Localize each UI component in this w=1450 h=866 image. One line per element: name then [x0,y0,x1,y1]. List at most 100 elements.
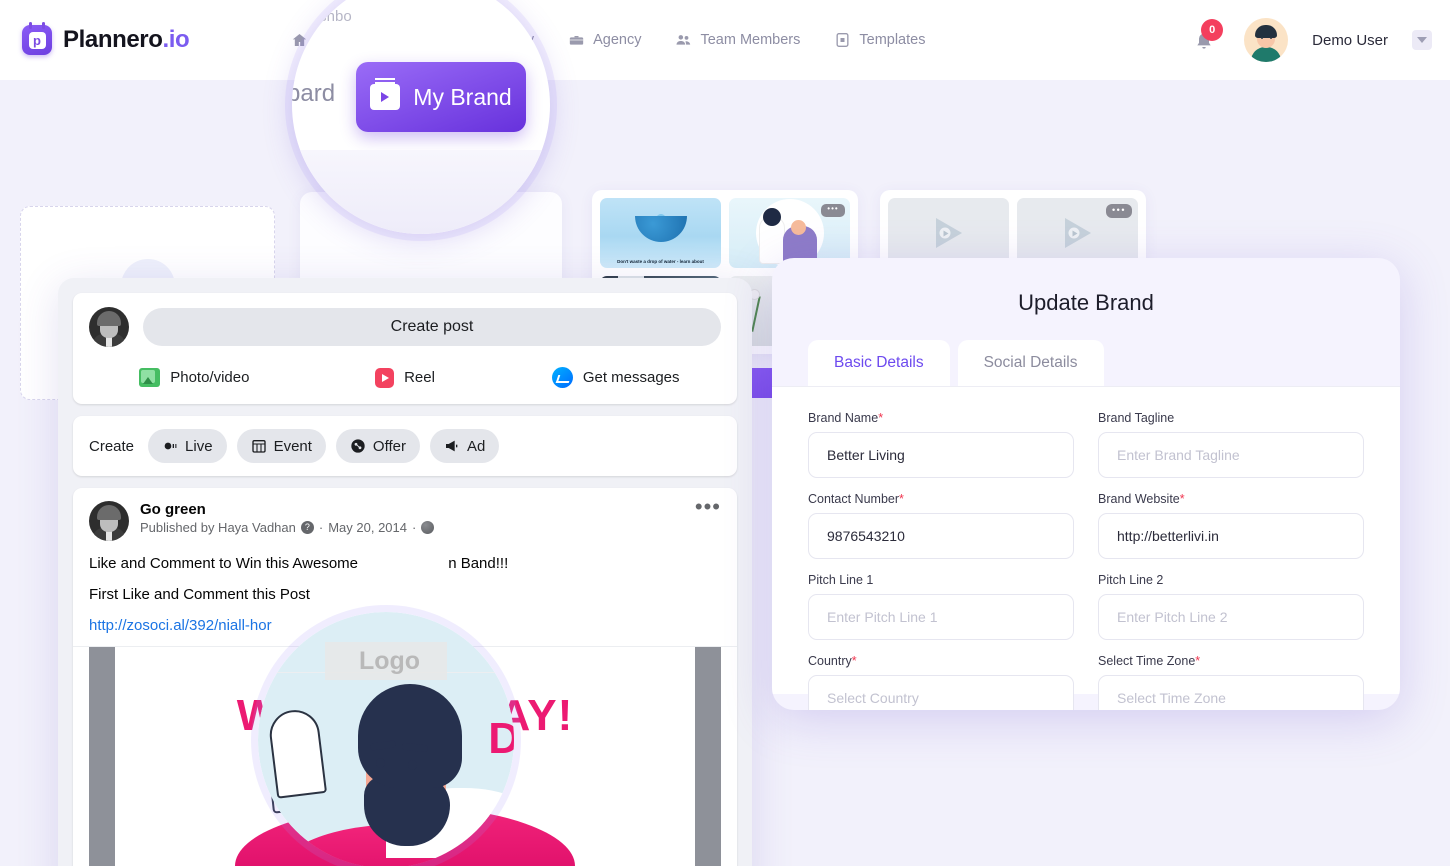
home-icon [292,9,293,25]
field-label: Brand Tagline [1098,411,1175,425]
compose-card: Create post Photo/video Reel Get message… [73,293,737,404]
post-line-1b: n Band!!! [448,555,509,572]
megaphone-icon [446,440,458,452]
label-text: Contact Number [808,492,900,506]
post-line-1a: Like and Comment to Win this Awesome [89,555,359,572]
media-library-icon [531,11,544,20]
label-text: Brand Website [1098,492,1180,506]
user-menu-button[interactable] [1412,30,1432,50]
magnified-dashboard-text: bard [292,80,336,107]
modal-tabs: Basic Details Social Details [772,340,1400,386]
avatar [89,501,129,541]
brand-video-icon [370,78,401,110]
post-line-1: Like and Comment to Win this Awesome n B… [89,553,721,575]
field-label: Pitch Line 2 [1098,573,1164,587]
chip-label: Ad [467,437,486,455]
messenger-icon [551,367,573,388]
contact-number-input[interactable]: 9876543210 [808,513,1074,559]
nav-item-agency[interactable]: Agency [568,32,641,48]
photo-video-icon [139,368,161,387]
modal-body: Brand Name* Better Living Brand Tagline … [772,386,1400,710]
brand-website-input[interactable]: http://betterlivi.in [1098,513,1364,559]
logo-text: Plannero.io [63,26,190,54]
offer-tag-icon [351,439,365,453]
post-more-button[interactable]: ••• [695,496,721,518]
compose-actions: Photo/video Reel Get messages [89,361,721,394]
magnifier-content: this Post -hor D Logo [258,612,514,866]
magnified-logo-placeholder: Logo [325,642,447,680]
post-subline: Published by Haya Vadhan ? · May 20, 201… [140,520,684,535]
field-contact-number: Contact Number* 9876543210 [808,492,1074,559]
reel-icon [375,367,395,388]
nav-item-templates[interactable]: Templates [834,32,925,48]
field-label: Contact Number* [808,492,1074,506]
field-pitch-line-2: Pitch Line 2 Enter Pitch Line 2 [1098,573,1364,640]
live-camera-icon [164,442,177,450]
country-select[interactable]: Select Country [808,675,1074,710]
required-marker: * [1195,654,1201,668]
label-text: Country [808,654,852,668]
chip-live[interactable]: Live [148,429,227,463]
modal-title: Update Brand [1018,290,1154,315]
field-label: Brand Name* [808,411,1074,425]
create-shortcuts-card: Create Live Event Offer Ad [73,416,737,476]
label-text: Brand Name [808,411,879,425]
field-pitch-line-1: Pitch Line 1 Enter Pitch Line 1 [808,573,1074,640]
create-post-input[interactable]: Create post [143,308,721,346]
field-label: Pitch Line 1 [808,573,874,587]
pitch-line-1-input[interactable]: Enter Pitch Line 1 [808,594,1074,640]
chip-label: Event [273,437,312,455]
required-marker: * [899,492,904,506]
brand-tagline-input[interactable]: Enter Brand Tagline [1098,432,1364,478]
brand-name-input[interactable]: Better Living [808,432,1074,478]
magnified-illustration [346,684,514,858]
logo-tld: .io [162,26,190,53]
time-zone-select[interactable]: Select Time Zone [1098,675,1364,710]
brand-form: Brand Name* Better Living Brand Tagline … [808,411,1364,710]
action-reel[interactable]: Reel [300,361,511,394]
magnified-post-text: this Post [258,626,304,642]
chip-label: Offer [372,437,406,455]
nav-item-label: Team Members [700,32,801,48]
update-brand-modal: Update Brand Basic Details Social Detail… [772,258,1400,710]
plannero-logo-icon: p [22,22,52,55]
magnifier-post-logo: this Post -hor D Logo [258,612,514,866]
field-brand-tagline: Brand Tagline Enter Brand Tagline [1098,411,1364,478]
magnified-headline-letter: D [488,714,514,763]
magnified-page-strip [292,150,550,234]
video-menu-icon[interactable]: ••• [1106,204,1132,218]
field-country: Country* Select Country [808,654,1074,710]
thumbnail-menu-icon[interactable]: ••• [821,204,845,217]
tab-social-details[interactable]: Social Details [957,340,1104,386]
magnifier-content: Dashbo Media L bard My Brand [292,0,550,234]
nav-label-partial: Dashbo [300,8,352,25]
action-get-messages[interactable]: Get messages [510,361,721,394]
post-meta: Go green Published by Haya Vadhan ? · Ma… [140,501,684,535]
app-window: + Add New Brand Don't waste a drop of wa… [0,0,1450,866]
user-avatar[interactable] [1244,18,1289,62]
action-photo-video[interactable]: Photo/video [89,361,300,394]
chip-offer[interactable]: Offer [335,429,420,463]
nav-item-label: Templates [859,32,926,48]
team-icon [676,35,691,45]
post-date: May 20, 2014 [328,520,407,535]
compose-row: Create post [89,307,721,347]
label-text: Select Time Zone [1098,654,1196,668]
calendar-icon [251,440,266,453]
tab-basic-details[interactable]: Basic Details [808,340,950,386]
user-name-label: Demo User [1312,31,1388,49]
nav-item-team-members[interactable]: Team Members [675,32,800,48]
field-time-zone: Select Time Zone* Select Time Zone [1098,654,1364,710]
chip-ad[interactable]: Ad [430,429,500,463]
notifications-button[interactable]: 0 [1194,19,1224,55]
logo-name: Plannero [63,26,163,53]
media-thumbnail[interactable]: Don't waste a drop of water - learn abou… [600,198,721,268]
top-navigation-bar: p Plannero.io Dashboard Media Library Ag… [0,0,1450,80]
chip-event[interactable]: Event [236,429,326,463]
app-logo[interactable]: p Plannero.io [22,22,190,55]
notification-badge: 0 [1201,19,1224,41]
pitch-line-2-input[interactable]: Enter Pitch Line 2 [1098,594,1364,640]
my-brand-button[interactable]: My Brand [356,62,526,132]
post-published-by: Published by Haya Vadhan [140,520,296,535]
required-marker: * [878,411,884,425]
